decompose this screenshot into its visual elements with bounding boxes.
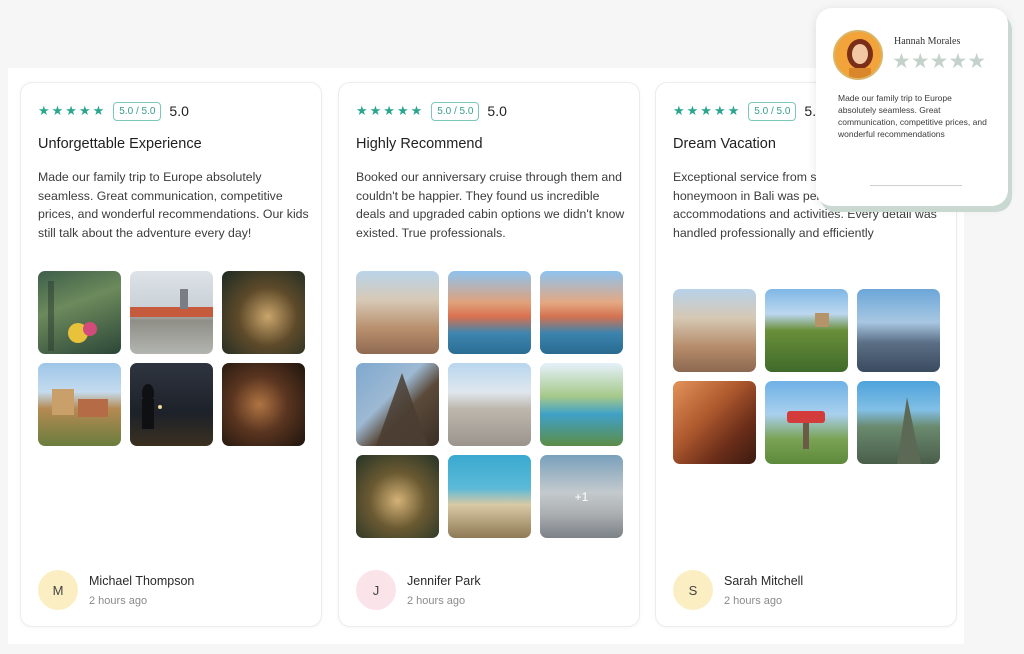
review-timestamp: 2 hours ago	[724, 594, 783, 607]
photo-gallery	[38, 271, 305, 446]
author-name: Jennifer Park	[407, 573, 481, 588]
rating-row: ★★★★★ 5.0 / 5.0 5.0	[356, 101, 507, 121]
photo-thumbnail[interactable]	[765, 289, 848, 372]
photo-thumbnail[interactable]	[356, 455, 439, 538]
photo-thumbnail[interactable]	[448, 363, 531, 446]
avatar: M	[38, 570, 78, 610]
popup-review-text: Made our family trip to Europe absolutel…	[838, 93, 987, 139]
review-timestamp: 2 hours ago	[407, 594, 466, 607]
review-title: Dream Vacation	[673, 136, 776, 152]
author-name: Michael Thompson	[89, 573, 195, 588]
photo-thumbnail[interactable]	[857, 289, 940, 372]
review-author: M Michael Thompson 2 hours ago	[38, 570, 194, 610]
avatar-initial: M	[52, 582, 64, 598]
review-card-2: ★★★★★ 5.0 / 5.0 5.0 Highly Recommend Boo…	[338, 82, 640, 627]
avatar: S	[673, 570, 713, 610]
rating-row: ★★★★★ 5.0 / 5.0 5.0	[673, 101, 824, 121]
photo-thumbnail[interactable]	[540, 363, 623, 446]
avatar: J	[356, 570, 396, 610]
photo-thumbnail[interactable]	[448, 455, 531, 538]
more-photos-label[interactable]: +1	[540, 455, 623, 538]
reviewer-photo	[833, 30, 883, 80]
photo-gallery: +1	[356, 271, 623, 538]
avatar-initial: S	[688, 582, 698, 598]
photo-thumbnail[interactable]	[765, 381, 848, 464]
review-body: Made our family trip to Europe absolutel…	[38, 170, 309, 241]
review-title: Unforgettable Experience	[38, 136, 202, 152]
review-title: Highly Recommend	[356, 136, 483, 152]
star-rating-icon: ★★★★★	[356, 103, 425, 118]
rating-score: 5.0	[169, 103, 189, 119]
photo-thumbnail[interactable]	[673, 381, 756, 464]
rating-score: 5.0	[487, 103, 507, 119]
rating-badge: 5.0 / 5.0	[431, 101, 480, 121]
avatar-initial: J	[372, 582, 380, 598]
review-body: Booked our anniversary cruise through th…	[356, 170, 625, 241]
popup-star-rating-icon: ★★★★★	[892, 50, 987, 73]
photo-thumbnail[interactable]	[356, 363, 439, 446]
photo-thumbnail[interactable]	[38, 271, 121, 354]
photo-thumbnail[interactable]	[540, 271, 623, 354]
review-card-1: ★★★★★ 5.0 / 5.0 5.0 Unforgettable Experi…	[20, 82, 322, 627]
photo-thumbnail[interactable]	[356, 271, 439, 354]
author-name: Sarah Mitchell	[724, 573, 804, 588]
review-author: S Sarah Mitchell 2 hours ago	[673, 570, 803, 610]
reviewer-name: Hannah Morales	[894, 36, 961, 47]
divider	[870, 185, 962, 186]
photo-thumbnail[interactable]	[222, 363, 305, 446]
photo-thumbnail[interactable]	[673, 289, 756, 372]
star-rating-icon: ★★★★★	[673, 103, 742, 118]
floating-review-popup[interactable]: Hannah Morales ★★★★★ Made our family tri…	[816, 8, 1008, 206]
star-rating-icon: ★★★★★	[38, 103, 107, 118]
photo-thumbnail[interactable]	[38, 363, 121, 446]
photo-thumbnail[interactable]	[448, 271, 531, 354]
photo-thumbnail[interactable]	[222, 271, 305, 354]
photo-thumbnail[interactable]: +1	[540, 455, 623, 538]
rating-badge: 5.0 / 5.0	[113, 101, 162, 121]
rating-row: ★★★★★ 5.0 / 5.0 5.0	[38, 101, 189, 121]
review-timestamp: 2 hours ago	[89, 594, 148, 607]
review-author: J Jennifer Park 2 hours ago	[356, 570, 481, 610]
photo-thumbnail[interactable]	[857, 381, 940, 464]
photo-thumbnail[interactable]	[130, 363, 213, 446]
rating-badge: 5.0 / 5.0	[748, 101, 797, 121]
photo-gallery	[673, 289, 940, 464]
photo-thumbnail[interactable]	[130, 271, 213, 354]
